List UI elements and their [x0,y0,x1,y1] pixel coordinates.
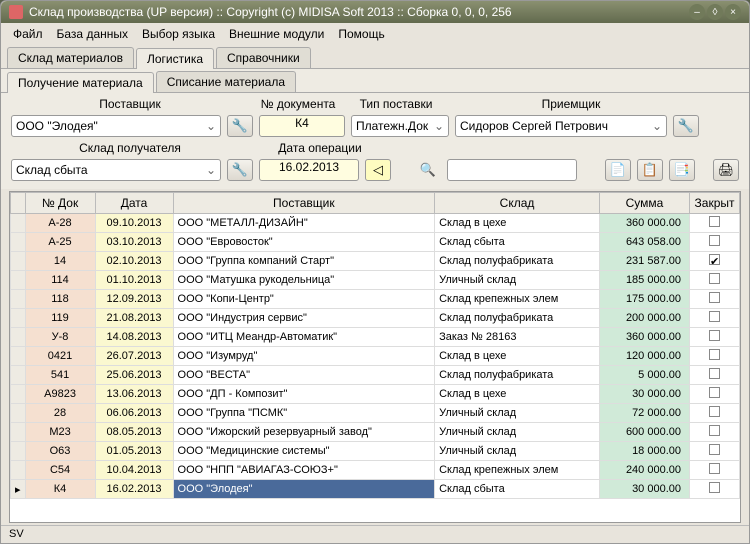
table-row[interactable]: М2308.05.2013ООО "Ижорский резервуарный … [11,423,740,442]
table-row[interactable]: 54125.06.2013ООО "ВЕСТА"Склад полуфабрик… [11,366,740,385]
closed-checkbox[interactable] [709,368,720,379]
table-row[interactable]: 2806.06.2013ООО "Группа "ПСМК"Уличный ск… [11,404,740,423]
main-window: Склад производства (UP версия) :: Copyri… [0,0,750,544]
label-op-date: Дата операции [255,141,385,155]
closed-checkbox[interactable] [709,216,720,227]
col-sum[interactable]: Сумма [600,193,690,214]
toolbar-btn-3[interactable]: 📑 [669,159,695,181]
chevron-down-icon: ⌄ [434,119,444,133]
window-title: Склад производства (UP версия) :: Copyri… [29,5,689,19]
closed-checkbox[interactable] [709,330,720,341]
chevron-down-icon: ⌄ [206,119,216,133]
table-row[interactable]: О6301.05.2013ООО "Медицинские системы"Ул… [11,442,740,461]
table-row[interactable]: 11401.10.2013ООО "Матушка рукодельница"У… [11,271,740,290]
tab-logistics[interactable]: Логистика [136,48,214,69]
recv-store-combo[interactable]: Склад сбыта⌄ [11,159,221,181]
search-icon[interactable]: 🔍 [415,159,441,181]
menu-database[interactable]: База данных [51,25,134,43]
sub-tabs: Получение материала Списание материала [1,69,749,93]
label-delivery-type: Тип поставки [347,97,445,111]
closed-checkbox[interactable] [709,425,720,436]
table-row[interactable]: 11812.09.2013ООО "Копи-Центр"Склад крепе… [11,290,740,309]
date-nav-button[interactable]: ◁ [365,159,391,181]
menu-external[interactable]: Внешние модули [223,25,330,43]
closed-checkbox[interactable] [709,311,720,322]
status-bar: SV [1,525,749,543]
closed-checkbox[interactable] [709,387,720,398]
menu-help[interactable]: Помощь [332,25,390,43]
closed-checkbox[interactable] [709,406,720,417]
closed-checkbox[interactable] [709,463,720,474]
table-row[interactable]: С5410.04.2013ООО "НПП "АВИАГАЗ-СОЮЗ+"Скл… [11,461,740,480]
closed-checkbox[interactable] [709,349,720,360]
menubar: Файл База данных Выбор языка Внешние мод… [1,23,749,45]
closed-checkbox[interactable] [709,444,720,455]
tab-writeoff[interactable]: Списание материала [156,71,296,92]
main-tabs: Склад материалов Логистика Справочники [1,45,749,69]
chevron-down-icon: ⌄ [206,163,216,177]
label-doc-no: № документа [255,97,341,111]
col-date[interactable]: Дата [95,193,173,214]
menu-language[interactable]: Выбор языка [136,25,221,43]
titlebar[interactable]: Склад производства (UP версия) :: Copyri… [1,1,749,23]
data-grid[interactable]: № Док Дата Поставщик Склад Сумма Закрыт … [9,191,741,523]
col-store[interactable]: Склад [435,193,600,214]
table-row[interactable]: 11921.08.2013ООО "Индустрия сервис"Склад… [11,309,740,328]
close-button[interactable]: × [725,4,741,20]
toolbar-btn-2[interactable]: 📋 [637,159,663,181]
filter-form: Поставщик № документа Тип поставки Прием… [1,93,749,189]
col-doc[interactable]: № Док [25,193,95,214]
closed-checkbox[interactable] [709,235,720,246]
table-header: № Док Дата Поставщик Склад Сумма Закрыт [11,193,740,214]
search-input[interactable] [447,159,577,181]
maximize-button[interactable]: ◊ [707,4,723,20]
op-date-input[interactable]: 16.02.2013 [259,159,359,181]
table-row[interactable]: А-2503.10.2013ООО "Евровосток"Склад сбыт… [11,233,740,252]
minimize-button[interactable]: – [689,4,705,20]
closed-checkbox[interactable] [709,482,720,493]
label-receiver: Приемщик [451,97,691,111]
table-row[interactable]: У-814.08.2013ООО "ИТЦ Меандр-Автоматик"З… [11,328,740,347]
doc-no-input[interactable]: К4 [259,115,345,137]
tab-receive[interactable]: Получение материала [7,72,154,93]
receiver-lookup-button[interactable]: 🔧 [673,115,699,137]
supplier-combo[interactable]: ООО "Элодея"⌄ [11,115,221,137]
app-icon [9,5,23,19]
store-lookup-button[interactable]: 🔧 [227,159,253,181]
table-row[interactable]: ▸К416.02.2013ООО "Элодея"Склад сбыта30 0… [11,480,740,499]
menu-file[interactable]: Файл [7,25,49,43]
print-button[interactable]: 🖨 [713,159,739,181]
supplier-lookup-button[interactable]: 🔧 [227,115,253,137]
delivery-type-combo[interactable]: Платежн.Док⌄ [351,115,449,137]
table-row[interactable]: А982313.06.2013ООО "ДП - Композит"Склад … [11,385,740,404]
closed-checkbox[interactable] [709,273,720,284]
label-supplier: Поставщик [11,97,249,111]
col-closed[interactable]: Закрыт [690,193,740,214]
tab-materials[interactable]: Склад материалов [7,47,134,68]
toolbar-btn-1[interactable]: 📄 [605,159,631,181]
table-row[interactable]: 042126.07.2013ООО "Изумруд"Склад в цехе1… [11,347,740,366]
table-row[interactable]: 1402.10.2013ООО "Группа компаний Старт"С… [11,252,740,271]
receiver-combo[interactable]: Сидоров Сергей Петрович⌄ [455,115,667,137]
label-recv-store: Склад получателя [11,141,249,155]
table-row[interactable]: А-2809.10.2013ООО "МЕТАЛЛ-ДИЗАЙН"Склад в… [11,214,740,233]
chevron-down-icon: ⌄ [652,119,662,133]
closed-checkbox[interactable] [709,292,720,303]
closed-checkbox[interactable]: ✔ [709,254,720,265]
tab-references[interactable]: Справочники [216,47,311,68]
col-supplier[interactable]: Поставщик [173,193,435,214]
